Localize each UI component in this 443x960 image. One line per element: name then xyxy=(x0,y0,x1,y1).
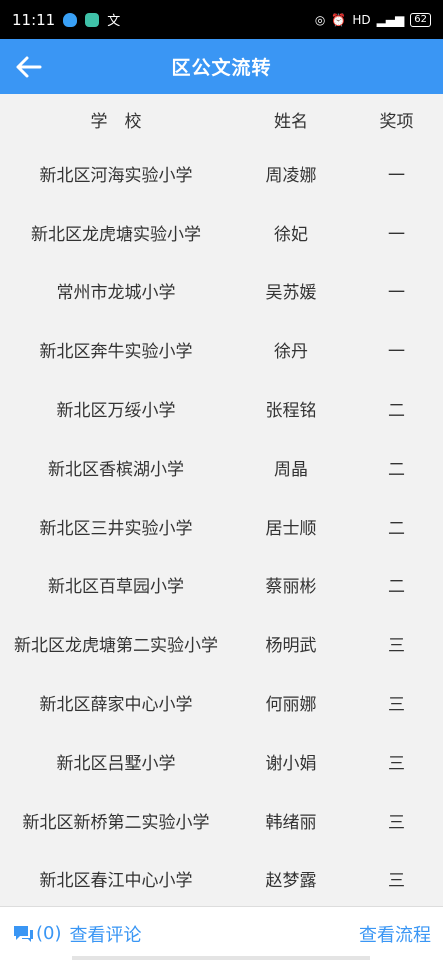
school-cell: 新北区薛家中心小学 xyxy=(39,695,193,716)
table-row: 新北区万绥小学 张程铭 二 xyxy=(0,379,443,438)
table-row: 新北区龙虎塘实验小学 徐妃 一 xyxy=(0,203,443,262)
table-row: 新北区春江中心小学 赵梦露 三 xyxy=(0,850,443,909)
award-cell: 二 xyxy=(388,401,405,422)
qq-icon xyxy=(63,12,78,27)
name-cell: 杨明武 xyxy=(265,636,317,657)
translate-icon: 文 xyxy=(107,14,121,29)
school-cell: 新北区三井实验小学 xyxy=(39,518,193,539)
table-row: 新北区奔牛实验小学 徐丹 一 xyxy=(0,320,443,379)
app-bar: 区公文流转 xyxy=(0,39,443,94)
school-cell: 常州市龙城小学 xyxy=(56,283,176,304)
name-cell: 韩绪丽 xyxy=(265,812,317,833)
award-cell: 三 xyxy=(388,871,405,892)
school-cell: 新北区万绥小学 xyxy=(56,401,176,422)
comment-count: (0) xyxy=(36,923,62,944)
table-row: 新北区百草园小学 蔡丽彬 二 xyxy=(0,556,443,615)
name-cell: 吴苏媛 xyxy=(265,283,317,304)
school-cell: 新北区河海实验小学 xyxy=(39,165,193,186)
award-cell: 二 xyxy=(388,518,405,539)
status-bar: 11:11 文 ◎ ⏰ HD ▂▄▆ 62 xyxy=(0,0,443,39)
column-header-award: 奖项 xyxy=(379,111,414,132)
award-cell: 二 xyxy=(388,459,405,480)
name-cell: 徐妃 xyxy=(274,224,308,245)
name-cell: 蔡丽彬 xyxy=(265,577,317,598)
table-row: 常州市龙城小学 吴苏媛 一 xyxy=(0,262,443,321)
school-cell: 新北区龙虎塘第二实验小学 xyxy=(14,636,218,657)
status-time: 11:11 xyxy=(12,10,56,29)
name-cell: 赵梦露 xyxy=(265,871,317,892)
name-cell: 徐丹 xyxy=(274,342,308,363)
arrow-left-icon xyxy=(16,56,42,78)
vibrate-icon: ◎ xyxy=(314,12,326,27)
school-cell: 新北区吕墅小学 xyxy=(56,753,176,774)
table-row: 新北区吕墅小学 谢小娟 三 xyxy=(0,732,443,791)
table-row: 新北区薛家中心小学 何丽娜 三 xyxy=(0,673,443,732)
award-cell: 一 xyxy=(388,342,405,363)
award-cell: 三 xyxy=(388,753,405,774)
view-flow-button[interactable]: 查看流程 xyxy=(359,921,431,947)
battery-icon: 62 xyxy=(410,12,431,27)
award-cell: 一 xyxy=(388,224,405,245)
award-cell: 一 xyxy=(388,165,405,186)
table-row: 新北区三井实验小学 居士顺 二 xyxy=(0,497,443,556)
comment-icon xyxy=(14,925,33,942)
award-cell: 三 xyxy=(388,636,405,657)
name-cell: 何丽娜 xyxy=(265,695,317,716)
award-cell: 三 xyxy=(388,812,405,833)
view-comments-button[interactable]: (0) 查看评论 xyxy=(12,921,142,947)
table-row: 新北区香槟湖小学 周晶 二 xyxy=(0,438,443,497)
school-cell: 新北区龙虎塘实验小学 xyxy=(31,224,201,245)
alarm-icon: ⏰ xyxy=(331,12,347,27)
column-header-school: 学 校 xyxy=(90,111,142,132)
award-cell: 三 xyxy=(388,695,405,716)
award-cell: 二 xyxy=(388,577,405,598)
back-button[interactable] xyxy=(8,47,48,87)
name-cell: 谢小娟 xyxy=(265,753,317,774)
column-header-name: 姓名 xyxy=(274,111,308,132)
name-cell: 居士顺 xyxy=(265,518,317,539)
table-header: 学 校 姓名 奖项 xyxy=(0,94,443,144)
table-row: 新北区龙虎塘第二实验小学 杨明武 三 xyxy=(0,614,443,673)
bottom-bar: (0) 查看评论 查看流程 xyxy=(0,906,443,960)
name-cell: 周晶 xyxy=(274,459,308,480)
page-title: 区公文流转 xyxy=(171,57,272,79)
table-body: 新北区河海实验小学 周凌娜一新北区龙虎塘实验小学 徐妃一常州市龙城小学 吴苏媛一新北区… xyxy=(0,144,443,908)
school-cell: 新北区新桥第二实验小学 xyxy=(22,812,210,833)
name-cell: 张程铭 xyxy=(265,401,317,422)
school-cell: 新北区奔牛实验小学 xyxy=(39,342,193,363)
school-cell: 新北区百草园小学 xyxy=(48,577,184,598)
award-table: 学 校 姓名 奖项 新北区河海实验小学 周凌娜一新北区龙虎塘实验小学 徐妃一常州市龙… xyxy=(0,94,443,908)
message-app-icon xyxy=(85,12,100,27)
school-cell: 新北区香槟湖小学 xyxy=(48,459,184,480)
network-label: HD xyxy=(352,12,371,27)
award-cell: 一 xyxy=(388,283,405,304)
table-row: 新北区河海实验小学 周凌娜 一 xyxy=(0,144,443,203)
gesture-bar xyxy=(72,956,370,960)
school-cell: 新北区春江中心小学 xyxy=(39,871,193,892)
table-row: 新北区新桥第二实验小学 韩绪丽 三 xyxy=(0,791,443,850)
view-comments-label: 查看评论 xyxy=(69,924,142,946)
name-cell: 周凌娜 xyxy=(265,165,317,186)
signal-icon: ▂▄▆ xyxy=(376,12,405,27)
